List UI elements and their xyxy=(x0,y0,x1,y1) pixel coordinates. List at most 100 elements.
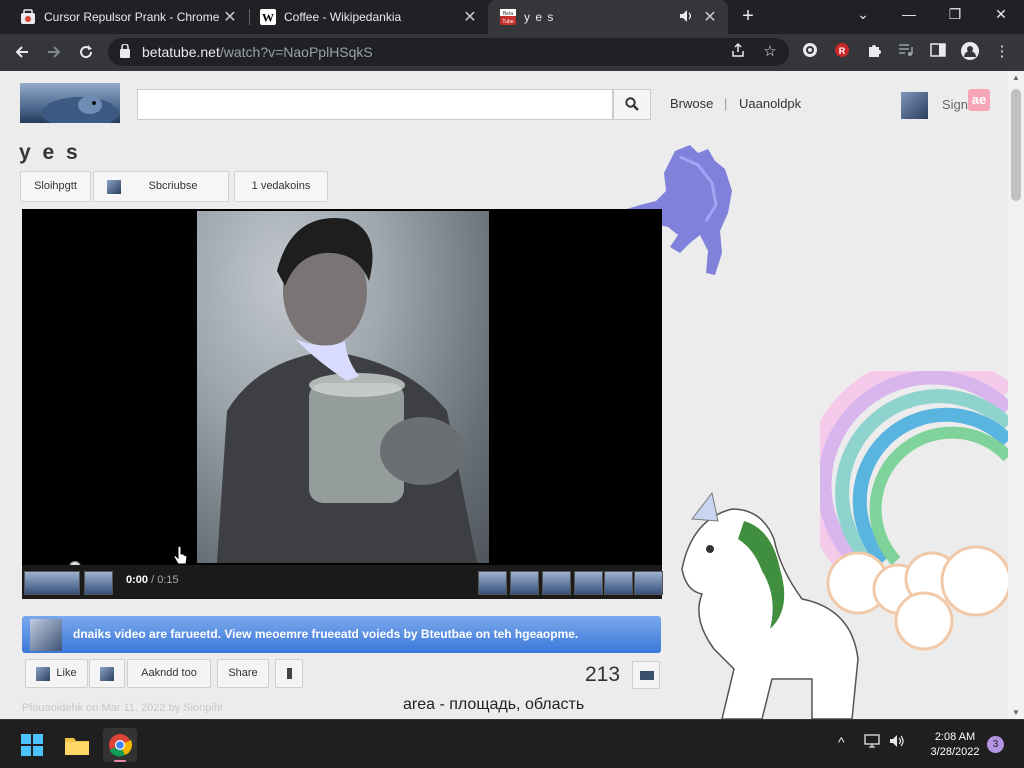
upload-info: Pfouaoidehk on Mar 11, 2022 by Sionpihl xyxy=(22,702,223,714)
storyboard-thumb[interactable] xyxy=(478,571,507,595)
side-panel-icon[interactable] xyxy=(928,42,948,62)
add-to-button[interactable]: Aakndd too xyxy=(127,659,211,688)
view-count: 213 xyxy=(585,663,621,686)
system-clock[interactable]: 2:08 AM 3/28/2022 xyxy=(922,730,988,760)
featured-banner[interactable]: dnaiks video are farueetd. View meoemre … xyxy=(22,616,661,653)
like-label: Like xyxy=(56,667,77,679)
sign-in-link[interactable]: Sign xyxy=(942,97,968,112)
page-scrollbar[interactable]: ▲ ▼ xyxy=(1008,71,1024,719)
start-button[interactable] xyxy=(15,728,49,762)
flag-button[interactable] xyxy=(275,659,303,688)
scroll-down-arrow-icon[interactable]: ▼ xyxy=(1012,708,1020,717)
share-icon[interactable] xyxy=(728,42,748,62)
page-viewport: Brwose | Uaanoldpk Sign ae y e s Sloihpg… xyxy=(0,71,1008,719)
dislike-button[interactable] xyxy=(89,659,125,688)
stats-button[interactable] xyxy=(632,661,660,689)
media-queue-icon[interactable] xyxy=(896,42,916,62)
address-bar[interactable]: betatube.net/watch?v=NaoPplHSqkS ☆ xyxy=(108,38,789,66)
like-button[interactable]: Like xyxy=(25,659,88,688)
storyboard-thumb[interactable] xyxy=(84,571,113,595)
windows-logo-icon xyxy=(21,734,43,756)
storyboard-thumb[interactable] xyxy=(604,571,633,595)
chrome-menu-icon[interactable]: ⋮ xyxy=(992,42,1012,62)
tab-close-icon[interactable]: ✕ xyxy=(222,7,238,27)
tab-title: Coffee - Wikipedankia xyxy=(284,10,402,24)
flag-icon xyxy=(287,668,292,679)
svg-text:R: R xyxy=(839,46,846,56)
chrome-web-store-icon xyxy=(20,9,36,25)
banner-thumbnail xyxy=(30,619,62,651)
search-button[interactable] xyxy=(613,89,651,120)
video-title: y e s xyxy=(19,141,81,164)
like-icon xyxy=(36,667,50,681)
tab-coffee-wiki[interactable]: W Coffee - Wikipedankia ✕ xyxy=(248,0,488,34)
chrome-icon xyxy=(109,734,133,762)
storyboard-thumb[interactable] xyxy=(634,571,663,595)
search-input[interactable] xyxy=(137,89,613,120)
svg-text:Tube: Tube xyxy=(502,19,513,25)
channel-button[interactable]: Sloihpgtt xyxy=(20,171,91,202)
time-current: 0:00 xyxy=(126,574,149,586)
white-unicorn-image xyxy=(681,491,859,719)
upload-link[interactable]: Uaanoldpk xyxy=(739,96,801,111)
svg-text:Beta: Beta xyxy=(503,11,514,17)
extensions-puzzle-icon[interactable] xyxy=(864,42,884,62)
lock-icon[interactable] xyxy=(120,44,130,58)
wikipedia-icon: W xyxy=(260,9,276,25)
tray-chevron-icon[interactable]: ^ xyxy=(838,734,845,750)
time-total: / 0:15 xyxy=(148,574,179,586)
scroll-up-arrow-icon[interactable]: ▲ xyxy=(1012,73,1020,82)
subscribe-label: Sbcriubse xyxy=(148,180,198,192)
close-window-button[interactable]: ✕ xyxy=(978,0,1024,30)
tab-cursor-repulsor[interactable]: Cursor Repulsor Prank - Chrome ✕ xyxy=(8,0,248,34)
player-controls: 0:00 / 0:15 xyxy=(22,565,663,599)
file-explorer-button[interactable] xyxy=(60,728,94,762)
forward-button[interactable] xyxy=(42,40,66,64)
video-frame[interactable] xyxy=(197,211,489,563)
url-path: /watch?v=NaoPplHSqkS xyxy=(219,44,373,60)
back-button[interactable] xyxy=(10,40,34,64)
bookmark-star-icon[interactable]: ☆ xyxy=(760,42,780,62)
subscribe-button[interactable]: Sbcriubse xyxy=(93,171,229,202)
site-logo[interactable] xyxy=(20,83,120,123)
share-button[interactable]: Share xyxy=(217,659,269,688)
scrollbar-thumb[interactable] xyxy=(1011,89,1021,201)
restore-button[interactable]: ❐ xyxy=(932,0,978,30)
dislike-icon xyxy=(100,667,114,681)
notification-badge[interactable]: 3 xyxy=(987,736,1004,753)
folder-icon xyxy=(65,738,89,755)
translation-caption: area - площадь, область xyxy=(403,696,585,713)
avatar[interactable] xyxy=(901,92,928,119)
stats-icon xyxy=(640,671,654,680)
time-display: 0:00 / 0:15 xyxy=(126,574,179,586)
browse-link[interactable]: Brwose xyxy=(670,96,713,111)
storyboard-thumb[interactable] xyxy=(24,571,80,595)
network-icon[interactable] xyxy=(864,734,880,751)
video-player[interactable]: 0:00 / 0:15 xyxy=(22,209,663,599)
extension-badge[interactable]: ae xyxy=(968,89,990,111)
chrome-taskbar-button[interactable] xyxy=(103,728,137,762)
speaker-icon[interactable] xyxy=(680,9,694,25)
clock-time: 2:08 AM xyxy=(934,731,976,743)
clock-date: 3/28/2022 xyxy=(930,746,980,758)
reload-button[interactable] xyxy=(74,40,98,64)
storyboard-thumb[interactable] xyxy=(574,571,603,595)
storyboard-thumb[interactable] xyxy=(510,571,539,595)
extension-r-icon[interactable]: R xyxy=(832,42,852,62)
tab-close-icon[interactable]: ✕ xyxy=(462,7,478,27)
storyboard-thumb[interactable] xyxy=(542,571,571,595)
tab-yes[interactable]: Beta Tube y e s ✕ xyxy=(488,0,728,34)
new-tab-button[interactable]: + xyxy=(737,5,759,27)
profile-icon[interactable] xyxy=(960,42,980,62)
betatube-icon: Beta Tube xyxy=(500,9,516,25)
url-host: betatube.net xyxy=(142,44,220,60)
tab-strip: Cursor Repulsor Prank - Chrome ✕ W Coffe… xyxy=(0,0,1024,34)
channel-thumbnail xyxy=(107,180,121,194)
volume-icon[interactable] xyxy=(889,734,905,751)
tab-search-icon[interactable]: ⌄ xyxy=(840,0,886,30)
minimize-button[interactable]: — xyxy=(886,0,932,30)
video-count-button[interactable]: 1 vedakoins xyxy=(234,171,328,202)
tab-close-icon[interactable]: ✕ xyxy=(702,7,718,27)
extension-vpn-icon[interactable] xyxy=(800,42,820,62)
search-icon xyxy=(625,97,639,111)
